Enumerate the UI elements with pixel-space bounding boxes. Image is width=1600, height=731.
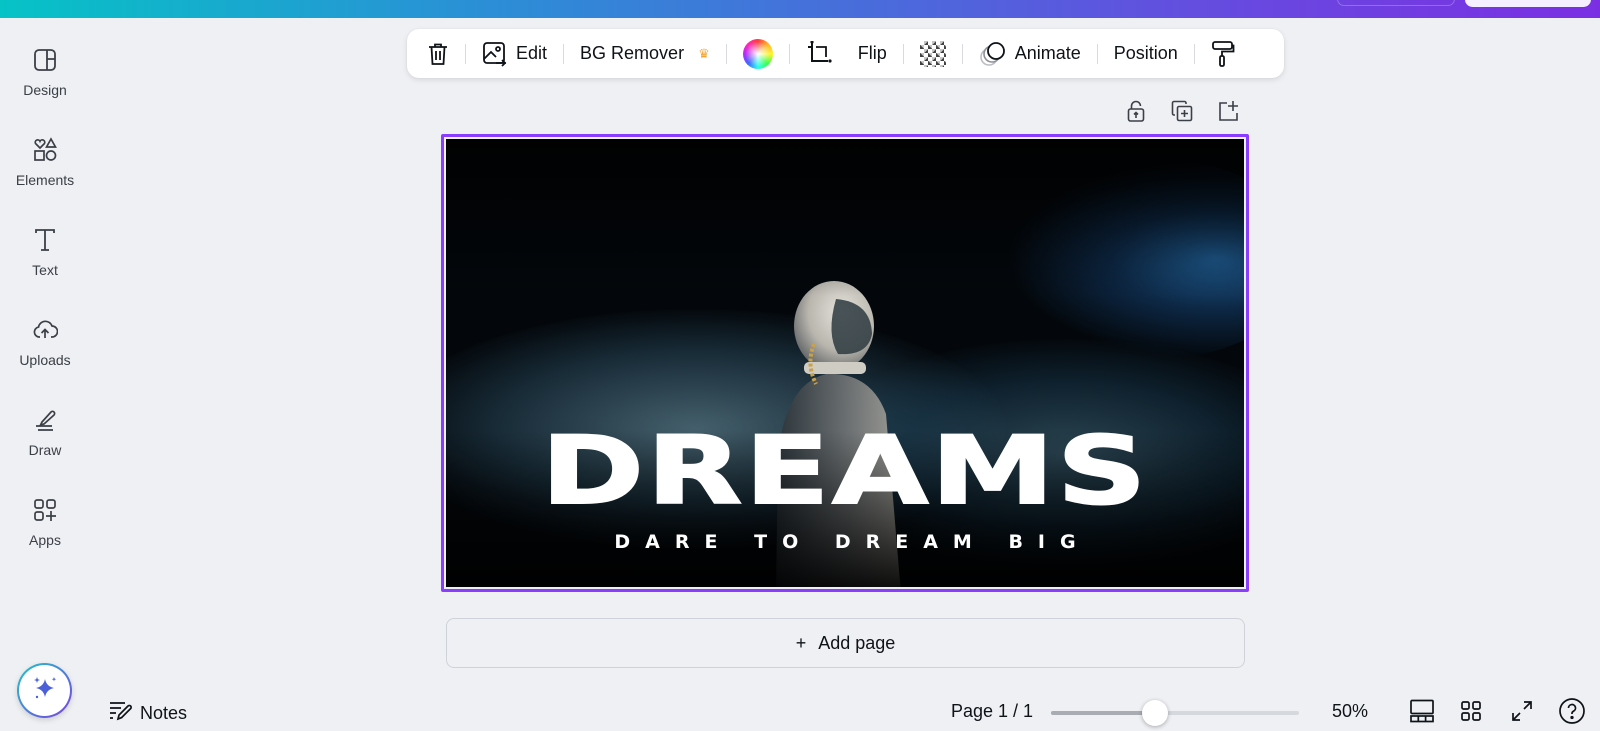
divider [1193,43,1195,64]
animate-icon [979,41,1007,67]
divider [1096,43,1098,64]
sidebar-item-elements[interactable]: Elements [0,136,90,216]
zoom-percentage[interactable]: 50% [1332,701,1368,722]
trash-icon [427,42,449,66]
text-icon [31,226,59,254]
color-button[interactable] [735,36,781,72]
crop-icon [806,40,832,67]
divider [465,43,466,64]
color-wheel-icon [742,38,773,69]
edit-image-icon [482,41,508,67]
editor-header [0,0,1600,18]
crop-button[interactable] [798,36,840,72]
sparkle-icon [31,674,59,707]
transparency-icon [919,40,946,67]
add-page-icon [1217,100,1239,127]
fullscreen-button[interactable] [1508,699,1536,727]
expand-icon [1510,699,1534,728]
header-button[interactable] [1337,0,1455,6]
position-label: Position [1113,43,1178,63]
apps-grid-icon [31,496,59,524]
flip-button[interactable]: Flip [840,36,895,72]
sidebar: Design Elements Text Uploads Draw Apps [0,18,90,731]
transparency-button[interactable] [912,36,954,72]
sidebar-item-label: Uploads [19,352,71,368]
page-actions [1124,100,1240,127]
divider [563,43,565,64]
page-indicator[interactable]: Page 1 / 1 [951,701,1033,722]
pen-draw-icon [31,406,59,434]
notes-button[interactable]: Notes [108,700,187,727]
add-page-icon-button[interactable] [1216,100,1240,127]
plus-icon: + [795,632,807,653]
zoom-slider[interactable] [1051,700,1299,726]
magic-assistant-button[interactable] [17,663,72,718]
animate-button[interactable]: Animate [971,36,1089,72]
grid-view-button[interactable] [1457,699,1485,727]
crown-icon: ♛ [698,45,710,61]
sidebar-item-draw[interactable]: Draw [0,406,90,486]
sidebar-item-label: Text [32,262,58,278]
help-icon [1558,697,1586,730]
divider [902,43,904,64]
bg-remover-button[interactable]: BG Remover ♛ [572,36,718,72]
zoom-slider-fill [1051,711,1156,715]
lock-page-button[interactable] [1124,100,1148,127]
duplicate-icon [1171,100,1193,127]
page-thumbnails-button[interactable] [1408,699,1436,727]
sidebar-item-apps[interactable]: Apps [0,496,90,576]
design-layout-icon [31,46,59,74]
sidebar-item-design[interactable]: Design [0,46,90,126]
subline-text[interactable]: DARE TO DREAM BIG [446,531,1244,553]
divider [961,43,963,64]
grid-view-icon [1459,699,1483,728]
flip-label: Flip [857,43,887,63]
sidebar-item-text[interactable]: Text [0,226,90,306]
shapes-icon [31,136,59,164]
divider [725,43,727,64]
headline-text[interactable]: DREAMS [446,424,1244,520]
duplicate-page-button[interactable] [1170,100,1194,127]
divider [788,43,790,64]
add-page-button[interactable]: + Add page [446,618,1245,668]
paint-roller-icon [1211,40,1235,68]
sidebar-item-uploads[interactable]: Uploads [0,316,90,396]
edit-label: Edit [516,43,548,63]
share-button[interactable] [1465,0,1591,7]
copy-style-button[interactable] [1203,36,1243,72]
add-page-label: Add page [818,632,896,653]
help-button[interactable] [1558,697,1586,730]
image-toolbar: Edit BG Remover ♛ Flip Animate Position [407,29,1284,78]
design-canvas[interactable]: DREAMS DARE TO DREAM BIG [446,139,1244,587]
sidebar-item-label: Apps [29,532,61,548]
notes-label: Notes [140,703,188,723]
thumbnails-icon [1409,699,1435,728]
edit-image-button[interactable]: Edit [474,36,555,72]
notes-icon [108,700,132,727]
delete-button[interactable] [419,36,457,72]
sidebar-item-label: Design [23,82,67,98]
bg-remover-label: BG Remover [580,43,685,63]
position-button[interactable]: Position [1106,36,1186,72]
unlock-icon [1126,100,1146,127]
zoom-slider-thumb[interactable] [1142,700,1169,726]
sidebar-item-label: Elements [15,172,75,188]
animate-label: Animate [1014,43,1081,63]
cloud-upload-icon [31,316,59,344]
sidebar-item-label: Draw [28,442,62,458]
